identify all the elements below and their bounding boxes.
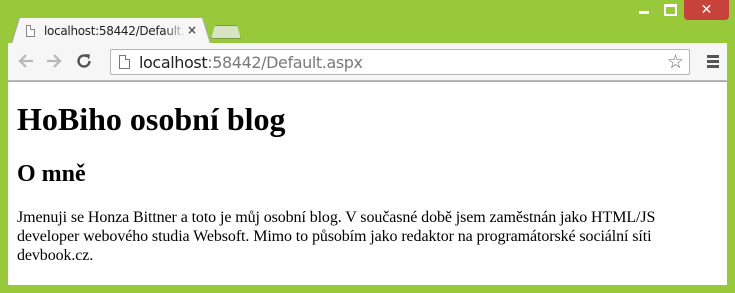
url-host: localhost [139,53,208,72]
browser-menu-button[interactable] [707,55,719,70]
reload-icon [77,54,91,68]
page-content: HoBiho osobní blog O mně Jmenuji se Honz… [8,82,727,285]
tab-close-icon[interactable]: × [187,23,197,37]
reload-button[interactable] [74,51,94,71]
bookmark-star-icon[interactable]: ☆ [667,51,684,73]
page-heading: HoBiho osobní blog [17,101,286,137]
section-heading: O mně [17,161,86,187]
back-arrow-icon [18,54,33,68]
tab-title: localhost:58442/Default.aspx [44,24,184,38]
new-tab-button[interactable] [211,25,241,39]
address-bar[interactable]: localhost:58442/Default.aspx ☆ [110,49,690,75]
forward-button[interactable] [44,51,64,71]
page-icon [119,55,130,69]
back-button[interactable] [16,51,36,71]
forward-arrow-icon [47,54,62,68]
browser-toolbar: localhost:58442/Default.aspx ☆ [8,43,727,81]
tab-strip: localhost:58442/Default.aspx × [0,13,735,44]
hamburger-menu-icon [707,55,719,58]
browser-window: ✕ localhost:58442/Default.aspx × [0,0,735,293]
about-paragraph: Jmenuji se Honza Bittner a toto je můj o… [17,209,656,264]
url-path: :58442/Default.aspx [207,53,363,72]
address-bar-url[interactable]: localhost:58442/Default.aspx [139,53,363,72]
page-favicon-icon [26,25,35,37]
